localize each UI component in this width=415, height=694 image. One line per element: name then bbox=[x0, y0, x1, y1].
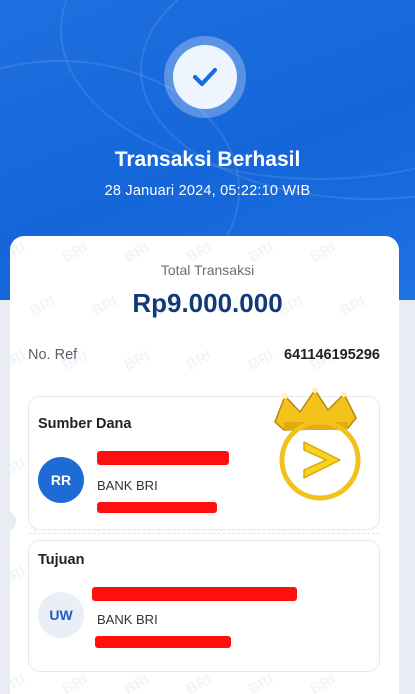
total-amount: Rp9.000.000 bbox=[132, 288, 283, 318]
redacted-source-account bbox=[97, 502, 217, 513]
source-avatar: RR bbox=[38, 457, 84, 503]
panel-divider bbox=[28, 533, 380, 534]
checkmark-icon bbox=[173, 45, 237, 109]
total-label: Total Transaksi bbox=[160, 262, 255, 278]
redacted-destination-account bbox=[95, 636, 231, 648]
source-label: Sumber Dana bbox=[38, 416, 132, 432]
crown-play-badge-icon bbox=[270, 386, 370, 502]
redacted-source-name bbox=[97, 451, 229, 465]
redacted-destination-name bbox=[92, 587, 297, 601]
destination-label: Tujuan bbox=[38, 552, 85, 568]
transaction-datetime: 28 Januari 2024, 05:22:10 WIB bbox=[104, 183, 311, 199]
status-title: Transaksi Berhasil bbox=[114, 148, 301, 171]
destination-avatar: UW bbox=[38, 592, 84, 638]
ref-label: No. Ref bbox=[28, 347, 78, 363]
ref-value: 641146195296 bbox=[284, 347, 380, 363]
source-bank: BANK BRI bbox=[97, 478, 158, 493]
card-notch-right bbox=[399, 510, 415, 532]
success-badge bbox=[164, 36, 246, 118]
destination-bank: BANK BRI bbox=[97, 612, 158, 627]
